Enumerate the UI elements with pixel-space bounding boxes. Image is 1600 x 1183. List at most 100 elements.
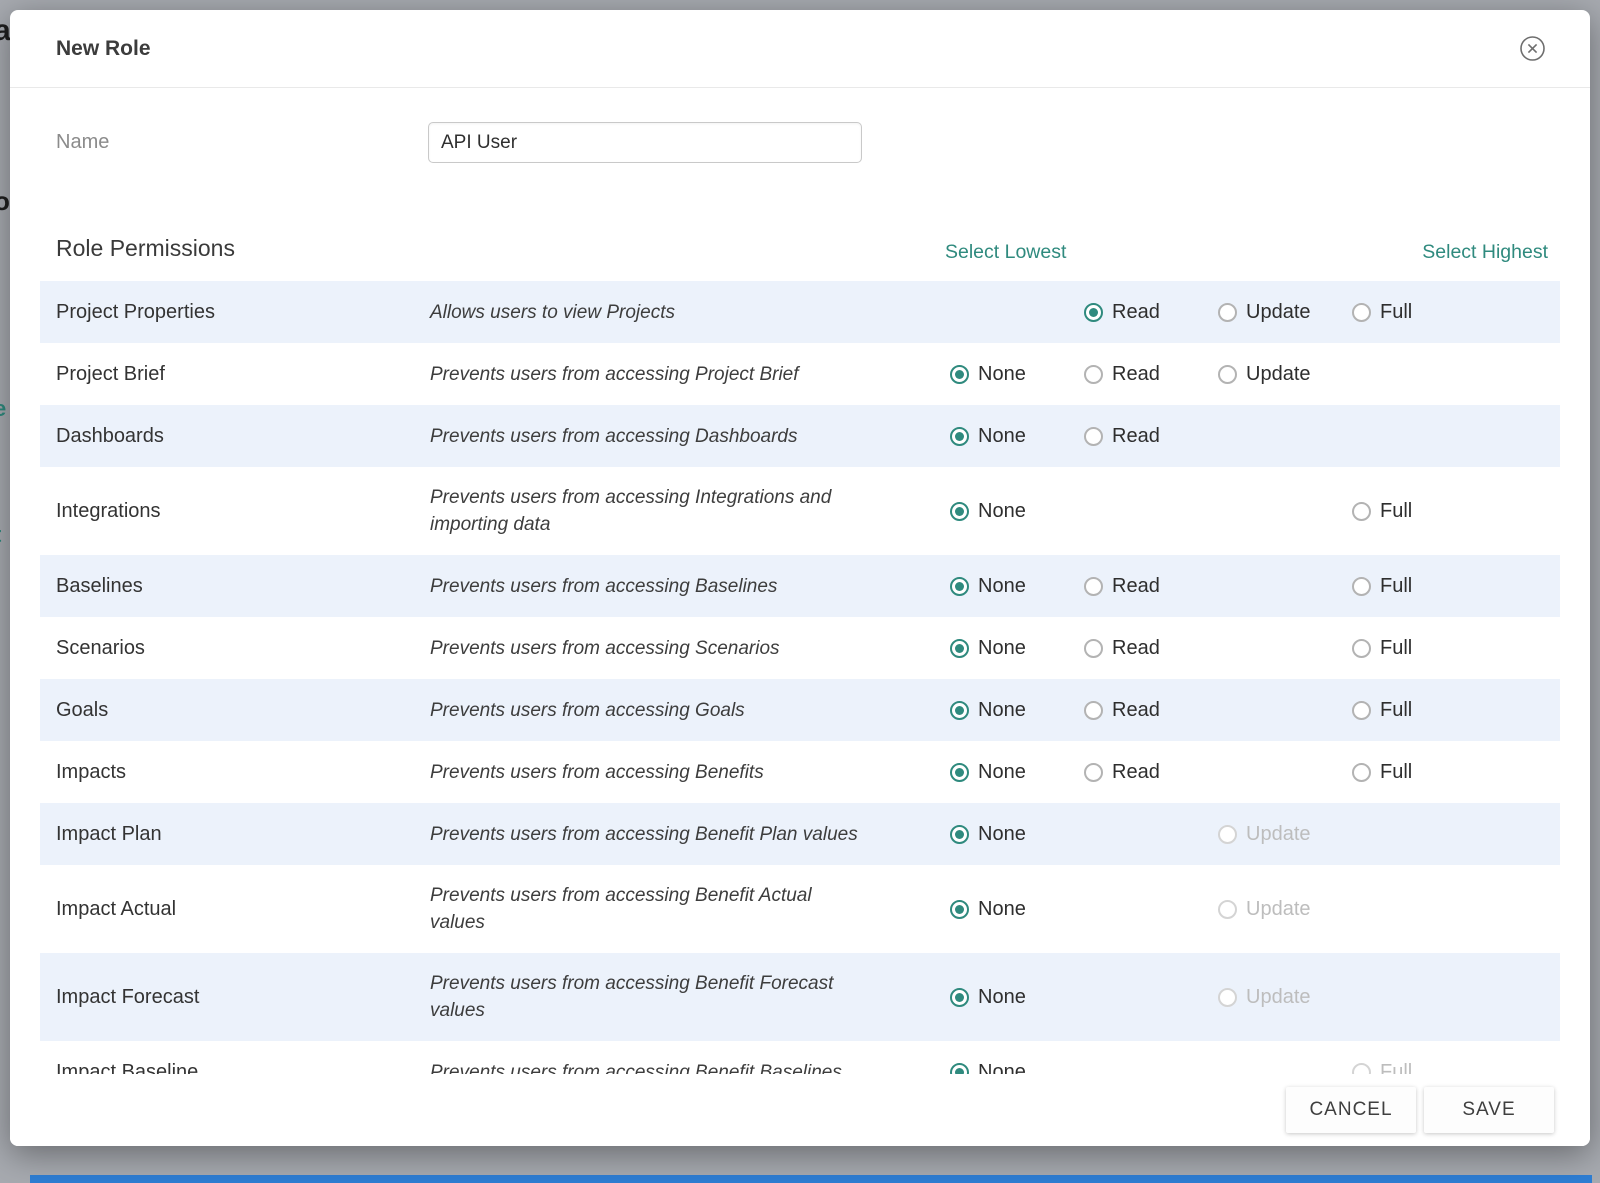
- radio-column-full: Full: [1352, 575, 1486, 598]
- radio-read[interactable]: Read: [1084, 301, 1160, 324]
- radio-option-label: Read: [1112, 301, 1160, 324]
- radio-option-label: Full: [1380, 575, 1412, 598]
- radio-read[interactable]: Read: [1084, 363, 1160, 386]
- radio-column-none: None: [950, 823, 1084, 846]
- radio-update[interactable]: Update: [1218, 301, 1311, 324]
- radio-option-label: Full: [1380, 500, 1412, 523]
- radio-button-icon: [1084, 577, 1103, 596]
- radio-button-icon: [950, 825, 969, 844]
- radio-none[interactable]: None: [950, 898, 1026, 921]
- radio-column-update: Update: [1218, 986, 1352, 1009]
- radio-full[interactable]: Full: [1352, 575, 1412, 598]
- radio-option-label: Read: [1112, 699, 1160, 722]
- radio-none[interactable]: None: [950, 699, 1026, 722]
- radio-column-full: Full: [1352, 761, 1486, 784]
- radio-option-label: None: [978, 425, 1026, 448]
- permission-row: Dashboards Prevents users from accessing…: [40, 405, 1560, 467]
- radio-none[interactable]: None: [950, 575, 1026, 598]
- permission-row: Impacts Prevents users from accessing Be…: [40, 741, 1560, 803]
- radio-read[interactable]: Read: [1084, 761, 1160, 784]
- permission-description: Prevents users from accessing Benefits: [430, 742, 950, 803]
- permission-description: Prevents users from accessing Integratio…: [430, 467, 950, 555]
- radio-update[interactable]: Update: [1218, 363, 1311, 386]
- permission-name: Scenarios: [56, 637, 430, 660]
- radio-button-icon: [1352, 502, 1371, 521]
- radio-read[interactable]: Read: [1084, 575, 1160, 598]
- radio-button-icon: [950, 763, 969, 782]
- radio-column-update: Update: [1218, 823, 1352, 846]
- permission-name: Goals: [56, 699, 430, 722]
- radio-option-label: Update: [1246, 301, 1311, 324]
- radio-none[interactable]: None: [950, 425, 1026, 448]
- radio-none[interactable]: None: [950, 637, 1026, 660]
- radio-option-label: None: [978, 575, 1026, 598]
- background-page-fragment: e: [0, 396, 6, 422]
- radio-option-label: Read: [1112, 425, 1160, 448]
- permission-description: Prevents users from accessing Benefit Fo…: [430, 953, 950, 1041]
- permission-row: Project Brief Prevents users from access…: [40, 343, 1560, 405]
- radio-button-icon: [1084, 365, 1103, 384]
- radio-button-icon: [1084, 763, 1103, 782]
- radio-button-icon: [1218, 900, 1237, 919]
- permission-description: Prevents users from accessing Benefit Ac…: [430, 865, 950, 953]
- radio-column-none: None: [950, 898, 1084, 921]
- name-field-row: Name: [56, 122, 1590, 163]
- permission-name: Impact Actual: [56, 898, 430, 921]
- radio-none[interactable]: None: [950, 823, 1026, 846]
- radio-option-label: None: [978, 823, 1026, 846]
- radio-column-read: Read: [1084, 575, 1218, 598]
- save-button[interactable]: SAVE: [1424, 1087, 1554, 1133]
- radio-update: Update: [1218, 823, 1311, 846]
- close-icon[interactable]: [1519, 35, 1546, 62]
- radio-option-label: Full: [1380, 637, 1412, 660]
- radio-option-label: Full: [1380, 761, 1412, 784]
- radio-option-label: Read: [1112, 363, 1160, 386]
- radio-full[interactable]: Full: [1352, 301, 1412, 324]
- radio-option-label: None: [978, 699, 1026, 722]
- permission-row: Project Properties Allows users to view …: [40, 281, 1560, 343]
- radio-column-none: None: [950, 637, 1084, 660]
- name-input[interactable]: [428, 122, 862, 163]
- permission-name: Baselines: [56, 575, 430, 598]
- permission-row: Impact Actual Prevents users from access…: [40, 865, 1560, 953]
- radio-none[interactable]: None: [950, 363, 1026, 386]
- radio-column-update: Update: [1218, 363, 1352, 386]
- radio-column-full: Full: [1352, 301, 1486, 324]
- radio-full[interactable]: Full: [1352, 761, 1412, 784]
- radio-none[interactable]: None: [950, 986, 1026, 1009]
- permission-name: Integrations: [56, 500, 430, 523]
- radio-button-icon: [1084, 701, 1103, 720]
- radio-full[interactable]: Full: [1352, 637, 1412, 660]
- permission-description: Prevents users from accessing Project Br…: [430, 344, 950, 405]
- radio-button-icon: [950, 365, 969, 384]
- radio-read[interactable]: Read: [1084, 637, 1160, 660]
- radio-button-icon: [1218, 365, 1237, 384]
- radio-column-none: None: [950, 699, 1084, 722]
- select-lowest-link[interactable]: Select Lowest: [945, 241, 1066, 264]
- permission-description: Prevents users from accessing Goals: [430, 680, 950, 741]
- radio-none[interactable]: None: [950, 761, 1026, 784]
- radio-column-none: None: [950, 575, 1084, 598]
- dialog-footer: CANCEL SAVE: [10, 1074, 1590, 1146]
- radio-column-none: None: [950, 761, 1084, 784]
- background-page-fragment: o: [0, 186, 10, 217]
- name-field-label: Name: [56, 131, 428, 154]
- radio-none[interactable]: None: [950, 500, 1026, 523]
- radio-column-full: Full: [1352, 500, 1486, 523]
- cancel-button[interactable]: CANCEL: [1286, 1087, 1416, 1133]
- permission-description: Prevents users from accessing Baselines: [430, 556, 950, 617]
- radio-option-label: None: [978, 986, 1026, 1009]
- radio-full[interactable]: Full: [1352, 699, 1412, 722]
- radio-column-update: Update: [1218, 898, 1352, 921]
- radio-option-label: None: [978, 761, 1026, 784]
- radio-column-read: Read: [1084, 425, 1218, 448]
- radio-option-label: None: [978, 637, 1026, 660]
- radio-read[interactable]: Read: [1084, 425, 1160, 448]
- radio-full[interactable]: Full: [1352, 500, 1412, 523]
- radio-column-full: Full: [1352, 699, 1486, 722]
- radio-column-full: Full: [1352, 637, 1486, 660]
- radio-read[interactable]: Read: [1084, 699, 1160, 722]
- radio-option-label: Update: [1246, 823, 1311, 846]
- select-highest-link[interactable]: Select Highest: [1422, 241, 1548, 264]
- radio-option-label: Read: [1112, 761, 1160, 784]
